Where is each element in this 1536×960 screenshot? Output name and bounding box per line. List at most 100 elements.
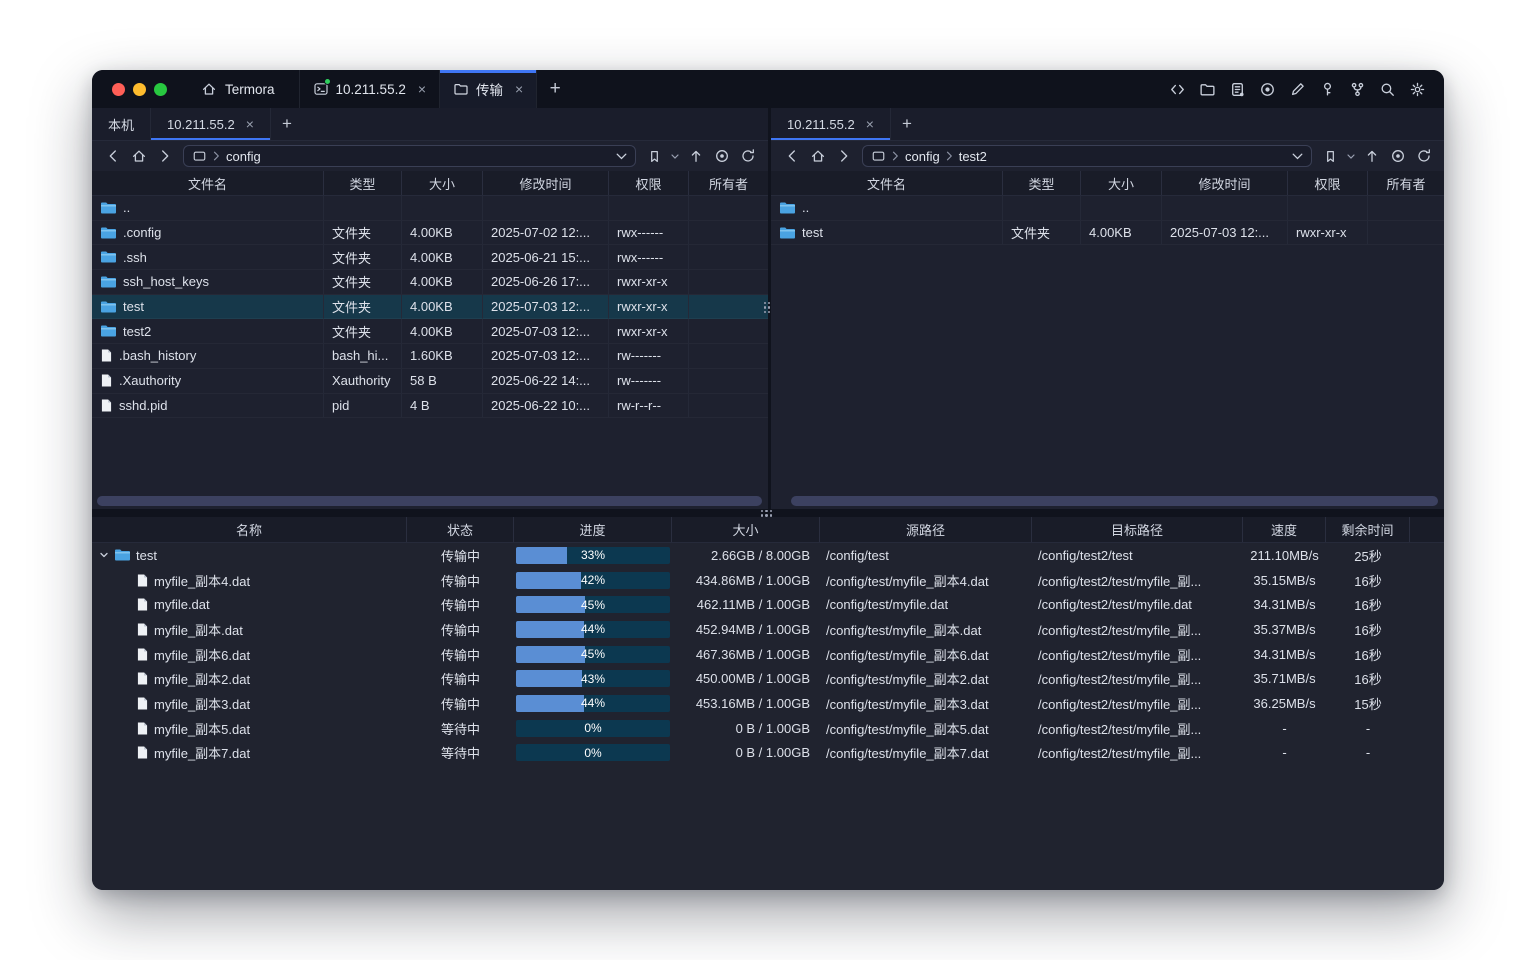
- refresh-icon[interactable]: [735, 144, 760, 168]
- horizontal-scrollbar[interactable]: [97, 496, 762, 506]
- close-window-button[interactable]: [112, 83, 125, 96]
- column-header-2[interactable]: 大小: [402, 171, 483, 195]
- tab-remote-host[interactable]: 10.211.55.2 ×: [151, 108, 271, 140]
- path-dropdown-icon[interactable]: [616, 153, 627, 160]
- home-button[interactable]: [805, 144, 830, 168]
- transfer-progress-cell: 43%: [514, 666, 672, 691]
- log-icon[interactable]: [1224, 76, 1251, 103]
- transfer-row[interactable]: myfile_副本3.dat传输中44%453.16MB / 1.00GB/co…: [92, 691, 1444, 716]
- file-row[interactable]: .ssh文件夹4.00KB2025-06-21 15:...rwx------: [92, 245, 768, 270]
- app-home-tab[interactable]: Termora: [187, 70, 299, 108]
- column-header-5[interactable]: 所有者: [689, 171, 768, 195]
- transfer-source-cell: /config/test/myfile_副本3.dat: [820, 691, 1032, 716]
- panel-splitter-horizontal[interactable]: [92, 509, 1444, 517]
- column-header-0[interactable]: 名称: [92, 517, 407, 542]
- transfer-size-cell: 453.16MB / 1.00GB: [672, 691, 820, 716]
- column-header-3[interactable]: 修改时间: [483, 171, 609, 195]
- file-name-cell: ssh_host_keys: [92, 270, 324, 295]
- search-icon[interactable]: [1374, 76, 1401, 103]
- tab-remote-host-2[interactable]: 10.211.55.2 ×: [771, 108, 891, 140]
- forward-button[interactable]: [152, 144, 177, 168]
- refresh-icon[interactable]: [1411, 144, 1436, 168]
- new-main-tab-button[interactable]: +: [537, 70, 573, 108]
- column-header-2[interactable]: 大小: [1081, 171, 1162, 195]
- path-segment[interactable]: config: [226, 149, 261, 164]
- column-header-4[interactable]: 源路径: [820, 517, 1032, 542]
- key-icon[interactable]: [1314, 76, 1341, 103]
- tab-session[interactable]: 10.211.55.2 ×: [299, 70, 440, 108]
- upload-icon[interactable]: [1359, 144, 1384, 168]
- upload-icon[interactable]: [683, 144, 708, 168]
- transfer-row[interactable]: myfile_副本6.dat传输中45%467.36MB / 1.00GB/co…: [92, 642, 1444, 667]
- file-row[interactable]: .bash_historybash_hi...1.60KB2025-07-03 …: [92, 344, 768, 369]
- zoom-window-button[interactable]: [154, 83, 167, 96]
- file-perm-cell: rw-r--r--: [609, 394, 689, 419]
- column-header-0[interactable]: 文件名: [92, 171, 324, 195]
- forward-button[interactable]: [831, 144, 856, 168]
- column-header-1[interactable]: 类型: [1003, 171, 1081, 195]
- path-bar[interactable]: config: [183, 145, 636, 167]
- back-button[interactable]: [779, 144, 804, 168]
- column-header-4[interactable]: 权限: [609, 171, 689, 195]
- path-segment[interactable]: test2: [959, 149, 987, 164]
- show-hidden-icon[interactable]: [1385, 144, 1410, 168]
- tab-local[interactable]: 本机: [92, 108, 151, 140]
- column-header-4[interactable]: 权限: [1288, 171, 1368, 195]
- close-icon[interactable]: ×: [866, 117, 874, 131]
- column-header-1[interactable]: 状态: [407, 517, 514, 542]
- settings-icon[interactable]: [1404, 76, 1431, 103]
- file-row[interactable]: ssh_host_keys文件夹4.00KB2025-06-26 17:...r…: [92, 270, 768, 295]
- column-header-7[interactable]: 剩余时间: [1326, 517, 1410, 542]
- column-header-0[interactable]: 文件名: [771, 171, 1003, 195]
- transfer-row[interactable]: test传输中33%2.66GB / 8.00GB/config/test/co…: [92, 543, 1444, 568]
- back-button[interactable]: [100, 144, 125, 168]
- column-header-1[interactable]: 类型: [324, 171, 402, 195]
- file-row[interactable]: ..: [92, 196, 768, 221]
- new-panel-tab-button[interactable]: +: [271, 108, 303, 140]
- file-row[interactable]: test文件夹4.00KB2025-07-03 12:...rwxr-xr-x: [771, 221, 1444, 246]
- file-row[interactable]: ..: [771, 196, 1444, 221]
- path-segment[interactable]: config: [905, 149, 940, 164]
- transfer-row[interactable]: myfile.dat传输中45%462.11MB / 1.00GB/config…: [92, 592, 1444, 617]
- close-icon[interactable]: ×: [246, 117, 254, 131]
- file-row[interactable]: test文件夹4.00KB2025-07-03 12:...rwxr-xr-x: [92, 295, 768, 320]
- file-icon: [137, 598, 148, 611]
- folder-icon[interactable]: [1194, 76, 1221, 103]
- record-icon[interactable]: [1254, 76, 1281, 103]
- column-header-5[interactable]: 目标路径: [1032, 517, 1243, 542]
- transfer-row[interactable]: myfile_副本2.dat传输中43%450.00MB / 1.00GB/co…: [92, 666, 1444, 691]
- home-button[interactable]: [126, 144, 151, 168]
- edit-icon[interactable]: [1284, 76, 1311, 103]
- column-header-5[interactable]: 所有者: [1368, 171, 1444, 195]
- bookmark-icon[interactable]: [1318, 144, 1343, 168]
- new-panel-tab-button[interactable]: +: [891, 108, 923, 140]
- column-header-6[interactable]: 速度: [1243, 517, 1326, 542]
- close-icon[interactable]: ×: [418, 82, 426, 96]
- transfer-name-cell: myfile_副本5.dat: [92, 716, 407, 741]
- path-bar[interactable]: config test2: [862, 145, 1312, 167]
- bookmark-caret-icon[interactable]: [668, 154, 682, 159]
- code-icon[interactable]: [1164, 76, 1191, 103]
- path-dropdown-icon[interactable]: [1292, 153, 1303, 160]
- bookmark-icon[interactable]: [642, 144, 667, 168]
- horizontal-scrollbar[interactable]: [791, 496, 1438, 506]
- transfer-row[interactable]: myfile_副本4.dat传输中42%434.86MB / 1.00GB/co…: [92, 568, 1444, 593]
- tab-transfer[interactable]: 传输 ×: [439, 70, 537, 108]
- column-header-3[interactable]: 大小: [672, 517, 820, 542]
- transfer-row[interactable]: myfile_副本.dat传输中44%452.94MB / 1.00GB/con…: [92, 617, 1444, 642]
- column-header-3[interactable]: 修改时间: [1162, 171, 1288, 195]
- column-header-2[interactable]: 进度: [514, 517, 672, 542]
- minimize-window-button[interactable]: [133, 83, 146, 96]
- close-icon[interactable]: ×: [515, 82, 523, 96]
- transfer-row[interactable]: myfile_副本5.dat等待中0%0 B / 1.00GB/config/t…: [92, 716, 1444, 741]
- show-hidden-icon[interactable]: [709, 144, 734, 168]
- branch-icon[interactable]: [1344, 76, 1371, 103]
- file-row[interactable]: sshd.pidpid4 B2025-06-22 10:...rw-r--r--: [92, 394, 768, 419]
- file-row[interactable]: test2文件夹4.00KB2025-07-03 12:...rwxr-xr-x: [92, 319, 768, 344]
- transfer-name-cell: myfile_副本2.dat: [92, 666, 407, 691]
- file-row[interactable]: .config文件夹4.00KB2025-07-02 12:...rwx----…: [92, 221, 768, 246]
- transfer-row[interactable]: myfile_副本7.dat等待中0%0 B / 1.00GB/config/t…: [92, 741, 1444, 766]
- bookmark-caret-icon[interactable]: [1344, 154, 1358, 159]
- expand-chevron-icon[interactable]: [99, 550, 109, 560]
- file-row[interactable]: .XauthorityXauthority58 B2025-06-22 14:.…: [92, 369, 768, 394]
